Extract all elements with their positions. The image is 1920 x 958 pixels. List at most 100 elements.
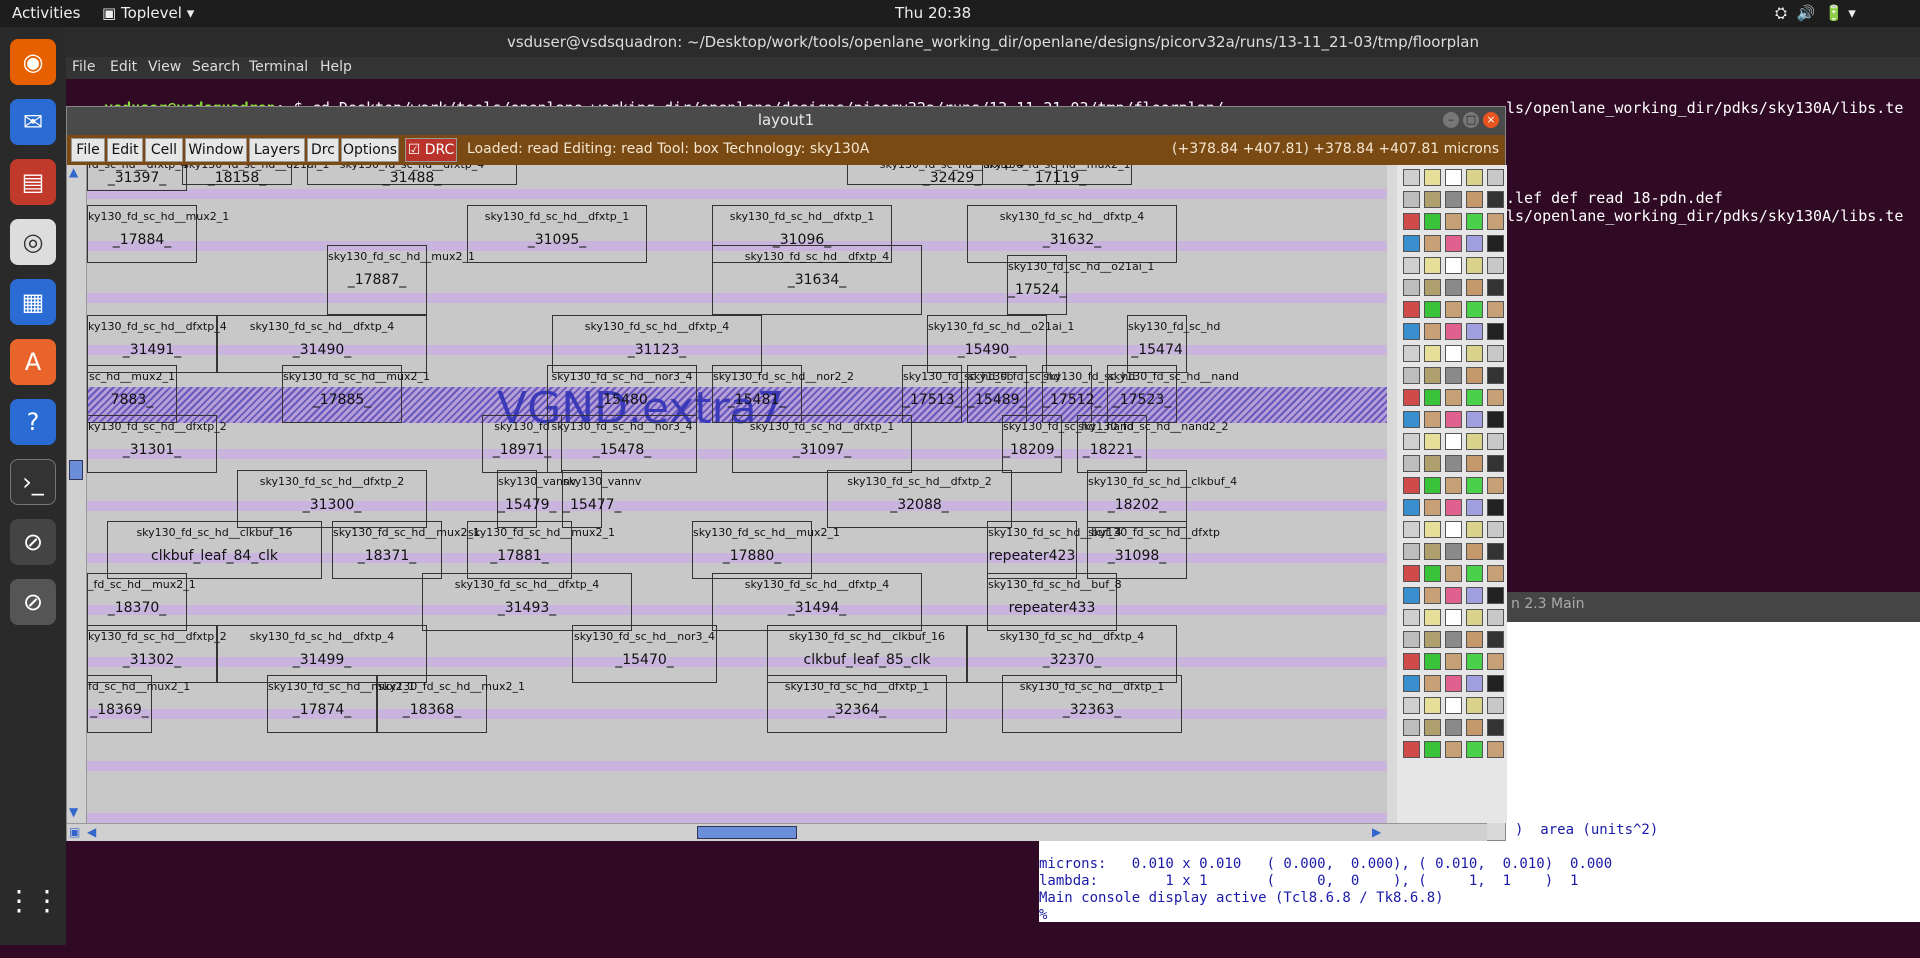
standard-cell[interactable]: sky130_fd_sc_hd__dfxtp_1 _31097_	[732, 415, 912, 473]
terminal-icon[interactable]: ›_	[10, 459, 56, 505]
layer-swatch[interactable]	[1487, 675, 1504, 692]
scroll-left-icon[interactable]: ◀	[87, 825, 96, 839]
layer-swatch[interactable]	[1487, 279, 1504, 296]
layer-swatch[interactable]	[1487, 389, 1504, 406]
blocked-icon-2[interactable]: ⊘	[10, 579, 56, 625]
layer-swatch[interactable]	[1487, 631, 1504, 648]
layer-swatch[interactable]	[1487, 191, 1504, 208]
layer-swatch[interactable]	[1487, 609, 1504, 626]
system-tray[interactable]: ⛭ 🔊 🔋 ▾	[1775, 4, 1856, 22]
layer-swatch[interactable]	[1424, 433, 1441, 450]
layer-swatch[interactable]	[1487, 345, 1504, 362]
standard-cell[interactable]: sky130_fd_sc_hd__buf_8 repeater433	[987, 573, 1122, 631]
layer-swatch[interactable]	[1445, 543, 1462, 560]
layer-swatch[interactable]	[1403, 411, 1420, 428]
layer-swatch[interactable]	[1403, 169, 1420, 186]
layer-swatch[interactable]	[1466, 675, 1483, 692]
standard-cell[interactable]: sky130_fd_sc_hd__nand2_2 _18221_	[1077, 415, 1228, 473]
layer-swatch[interactable]	[1403, 257, 1420, 274]
layer-swatch[interactable]	[1445, 477, 1462, 494]
standard-cell[interactable]: sky130_fd_sc_hd__dfxtp_4_31488_	[307, 165, 517, 186]
layer-swatch[interactable]	[1424, 367, 1441, 384]
layer-swatch[interactable]	[1403, 697, 1420, 714]
layer-swatch[interactable]	[1487, 433, 1504, 450]
layer-swatch[interactable]	[1403, 279, 1420, 296]
layer-swatch[interactable]	[1424, 653, 1441, 670]
layer-swatch[interactable]	[1445, 697, 1462, 714]
layer-swatch[interactable]	[1445, 257, 1462, 274]
layer-swatch[interactable]	[1466, 719, 1483, 736]
layer-swatch[interactable]	[1487, 257, 1504, 274]
standard-cell[interactable]: _fd_sc_hd__mux2_1 _18370_	[87, 573, 196, 631]
menu-drc[interactable]: Drc	[307, 138, 339, 162]
menu-window[interactable]: Window	[185, 138, 247, 162]
standard-cell[interactable]: sky130_fd_sc_hd__o21ai_1 _17524_	[1007, 255, 1154, 315]
layer-swatch[interactable]	[1403, 719, 1420, 736]
mail-icon[interactable]: ✉	[10, 99, 56, 145]
layer-swatch[interactable]	[1403, 301, 1420, 318]
layer-swatch[interactable]	[1403, 543, 1420, 560]
layer-swatch[interactable]	[1466, 345, 1483, 362]
layer-swatch[interactable]	[1424, 389, 1441, 406]
close-icon[interactable]: ×	[1483, 112, 1499, 128]
layer-swatch[interactable]	[1445, 345, 1462, 362]
layer-swatch[interactable]	[1487, 455, 1504, 472]
layer-swatch[interactable]	[1487, 213, 1504, 230]
layer-swatch[interactable]	[1466, 323, 1483, 340]
layer-swatch[interactable]	[1424, 301, 1441, 318]
zoom-icon[interactable]: ▣	[69, 825, 80, 839]
layer-swatch[interactable]	[1424, 279, 1441, 296]
layer-swatch[interactable]	[1466, 169, 1483, 186]
layer-swatch[interactable]	[1424, 257, 1441, 274]
help-icon[interactable]: ?	[10, 399, 56, 445]
standard-cell[interactable]: sky130_fd_sc_hd__dfxtp _31098_	[1087, 521, 1220, 579]
layer-swatch[interactable]	[1424, 587, 1441, 604]
layer-swatch[interactable]	[1445, 499, 1462, 516]
standard-cell[interactable]: sky130_fd_sc_hd__dfxtp_2 _32088_	[827, 470, 1012, 528]
hscroll-thumb[interactable]	[697, 826, 797, 839]
standard-cell[interactable]: sky130_fd_sc_hd__dfxtp_4 _31493_	[422, 573, 632, 631]
layer-swatch[interactable]	[1445, 741, 1462, 758]
standard-cell[interactable]: sky130_fd_sc_hd__dfxtp_2 _31300_	[237, 470, 427, 528]
layer-swatch[interactable]	[1445, 169, 1462, 186]
layer-swatch[interactable]	[1487, 565, 1504, 582]
standard-cell[interactable]: sky130_fd_sc_hd__mux2_1_17119_	[982, 165, 1132, 186]
layer-swatch[interactable]	[1424, 455, 1441, 472]
app-menu[interactable]: ▣ Toplevel ▾	[102, 4, 194, 22]
layer-swatch[interactable]	[1466, 279, 1483, 296]
layer-swatch[interactable]	[1403, 477, 1420, 494]
layer-swatch[interactable]	[1487, 235, 1504, 252]
speaker-icon[interactable]: ◎	[10, 219, 56, 265]
menu-view[interactable]: View	[148, 59, 181, 75]
layer-swatch[interactable]	[1466, 191, 1483, 208]
layer-swatch[interactable]	[1403, 191, 1420, 208]
standard-cell[interactable]: sky130_fd_sc_hd__mux2_1 _17874_	[267, 675, 415, 733]
layer-swatch[interactable]	[1445, 675, 1462, 692]
layer-swatch[interactable]	[1424, 565, 1441, 582]
blocked-icon[interactable]: ⊘	[10, 519, 56, 565]
layer-swatch[interactable]	[1424, 477, 1441, 494]
standard-cell[interactable]: sky130_fd_sc_hd__mux2_1 _18368_	[377, 675, 525, 733]
layer-swatch[interactable]	[1445, 719, 1462, 736]
layer-swatch[interactable]	[1445, 609, 1462, 626]
layer-swatch[interactable]	[1466, 499, 1483, 516]
layer-swatch[interactable]	[1466, 433, 1483, 450]
layer-swatch[interactable]	[1424, 191, 1441, 208]
layer-swatch[interactable]	[1424, 741, 1441, 758]
layer-swatch[interactable]	[1466, 411, 1483, 428]
standard-cell[interactable]: sky130_fd_sc_hd__nor3_4 _15478_	[547, 415, 697, 473]
layer-swatch[interactable]	[1445, 301, 1462, 318]
layer-swatch[interactable]	[1445, 631, 1462, 648]
layer-swatch[interactable]	[1445, 411, 1462, 428]
layer-swatch[interactable]	[1403, 675, 1420, 692]
layer-swatch[interactable]	[1445, 565, 1462, 582]
layer-swatch[interactable]	[1487, 323, 1504, 340]
layer-swatch[interactable]	[1403, 433, 1420, 450]
layer-swatch[interactable]	[1403, 565, 1420, 582]
firefox-icon[interactable]: ◉	[10, 39, 56, 85]
layer-swatch[interactable]	[1445, 235, 1462, 252]
standard-cell[interactable]: sky130_fd_sc_hd__dfxtp_1 _32364_	[767, 675, 947, 733]
layer-swatch[interactable]	[1403, 367, 1420, 384]
standard-cell[interactable]: sky130_fd_sc_hd__dfxtp_1 _32363_	[1002, 675, 1182, 733]
standard-cell[interactable]: sky130_fd_sc_hd__clkbuf_16 clkbuf_leaf_84…	[107, 521, 322, 579]
